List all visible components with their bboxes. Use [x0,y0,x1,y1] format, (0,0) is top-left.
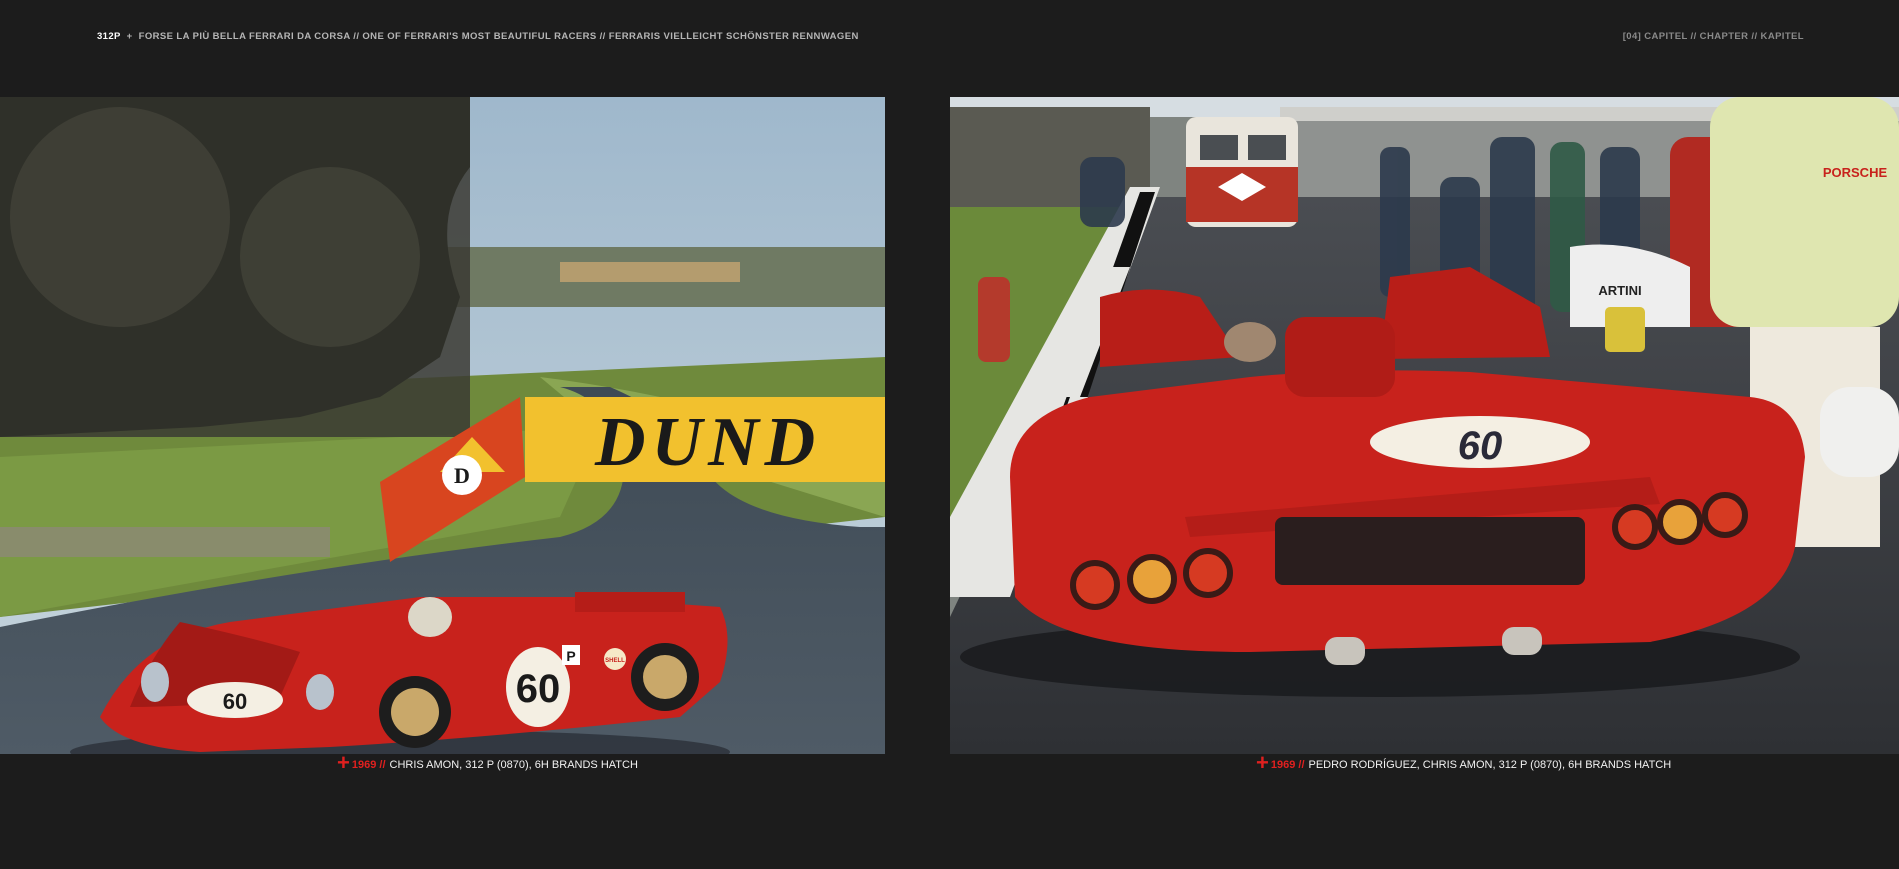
header-separator: + [126,31,133,42]
p-badge: P [566,648,575,664]
caption-cross-icon: + [1256,750,1269,775]
caption-left: + 1969 // CHRIS AMON, 312 P (0870), 6H B… [337,750,638,775]
dunlop-banner-text: DUND [594,404,821,481]
service-van [1186,117,1298,227]
dunlop-logo: D [454,463,470,488]
caption-text: CHRIS AMON, 312 P (0870), 6H BRANDS HATC… [389,759,638,771]
driver-helmet [408,597,452,637]
front-number: 60 [223,689,247,714]
chapter-header: [04] CAPITEL // CHAPTER // KAPITEL [1622,31,1804,42]
jerry-can [1605,307,1645,352]
fire-extinguisher [978,277,1010,362]
caption-year: 1969 // [351,759,386,771]
rear-number: 60 [1458,424,1503,468]
photo-right-illustration: PORSCHE ARTINI 60 [950,97,1899,754]
shell-logo: SHELL [605,658,625,664]
porsche-jacket-text: PORSCHE [1823,165,1888,180]
photo-amon-brands-hatch: D DUND 60 60 P SHELL [0,97,885,754]
caption-right: + 1969 // PEDRO RODRÍGUEZ, CHRIS AMON, 3… [1256,750,1672,775]
header-title: 312P [97,31,121,42]
photo-left-illustration: D DUND 60 60 P SHELL [0,97,885,754]
side-number: 60 [516,667,561,711]
header-subtitle: FORSE LA PIÙ BELLA FERRARI DA CORSA // O… [138,31,859,42]
photo-rodriguez-amon-pits: PORSCHE ARTINI 60 [950,97,1899,754]
caption-year: 1969 // [1270,759,1305,771]
driver-cap [1224,322,1276,362]
martini-text: ARTINI [1598,283,1641,298]
caption-cross-icon: + [337,750,350,775]
running-header: 312P + FORSE LA PIÙ BELLA FERRARI DA COR… [97,31,859,42]
caption-text: PEDRO RODRÍGUEZ, CHRIS AMON, 312 P (0870… [1308,759,1672,771]
